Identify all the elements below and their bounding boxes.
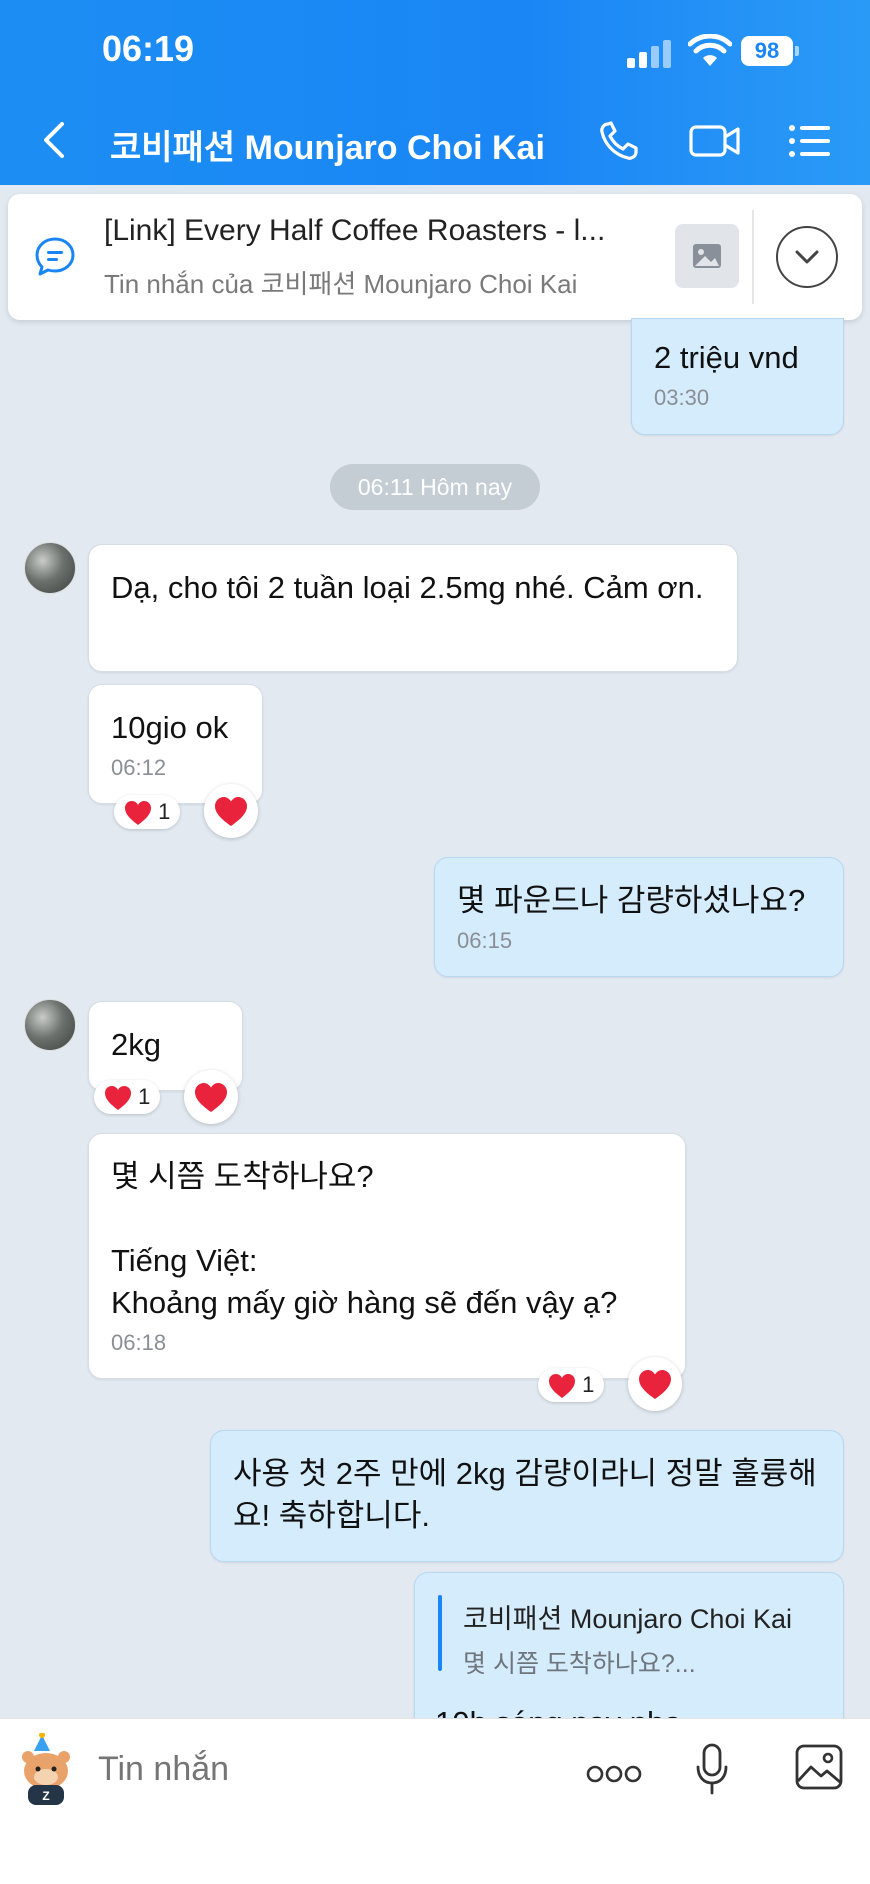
more-icon[interactable] [586,1763,642,1785]
reaction-count-value: 1 [158,799,171,824]
message-bubble-incoming[interactable]: 몇 시쯤 도착하나요? Tiếng Việt: Khoảng mấy giờ h… [88,1133,686,1379]
back-icon[interactable] [40,120,70,160]
app-header: 06:19 98 코비패션 Mounjaro Choi Kai [0,0,870,185]
message-text: 2 triệu vnd [654,340,799,375]
chevron-down-icon [795,250,819,264]
date-separator: 06:11 Hôm nay [330,464,540,510]
message-bubble-outgoing[interactable]: 사용 첫 2주 만에 2kg 감량이라니 정말 훌륭해요! 축하합니다. [210,1430,844,1562]
message-time: 03:30 [654,385,710,410]
message-text: 몇 파운드나 감량하셨나요? [457,883,806,918]
heart-icon [639,1370,671,1399]
quote-text: 몇 시쯤 도착하나요?... [463,1650,696,1678]
reaction-count[interactable]: 1 [538,1368,605,1402]
message-text: Dạ, cho tôi 2 tuần loại 2.5mg nhé. Cảm ơ… [111,570,704,605]
menu-icon[interactable] [786,118,834,164]
message-bubble-incoming[interactable]: Dạ, cho tôi 2 tuần loại 2.5mg nhé. Cảm ơ… [88,544,738,672]
phone-icon[interactable] [596,118,644,164]
avatar[interactable] [24,542,76,594]
message-time: 06:12 [111,755,167,780]
message-text: 10gio ok [111,710,229,745]
chat-title[interactable]: 코비패션 Mounjaro Choi Kai [110,120,545,169]
quote-author: 코비패션 Mounjaro Choi Kai [463,1604,792,1634]
heart-icon [549,1374,575,1399]
sticker-icon[interactable]: Z [14,1733,78,1807]
divider [752,210,754,304]
battery-icon: 98 [741,36,799,66]
react-heart-button[interactable] [184,1070,238,1124]
reaction-count-value: 1 [138,1084,151,1109]
pinned-subtitle: Tin nhắn của 코비패션 Mounjaro Choi Kai [104,269,578,299]
signal-icon [627,40,673,68]
reaction-count[interactable]: 1 [114,795,181,829]
reaction-count-value: 1 [582,1372,595,1397]
gallery-icon[interactable] [794,1743,844,1791]
battery-level: 98 [741,36,793,66]
message-bubble-outgoing[interactable]: 2 triệu vnd 03:30 [631,318,844,435]
heart-icon [105,1086,131,1111]
heart-icon [125,801,151,826]
message-time: 06:18 [111,1330,167,1355]
message-text: 2kg [111,1027,161,1062]
message-time: 06:15 [457,928,513,953]
message-text: 몇 시쯤 도착하나요? Tiếng Việt: Khoảng mấy giờ h… [111,1159,618,1320]
status-time: 06:19 [102,28,195,69]
react-heart-button[interactable] [628,1357,682,1411]
heart-icon [195,1083,227,1112]
pinned-message-banner[interactable]: [Link] Every Half Coffee Roasters - l...… [8,194,862,320]
expand-pinned-button[interactable] [776,226,838,288]
message-text: 사용 첫 2주 만에 2kg 감량이라니 정말 훌륭해요! 축하합니다. [233,1456,817,1533]
wifi-icon [688,34,732,66]
pinned-message-icon [35,237,75,276]
react-heart-button[interactable] [204,784,258,838]
svg-text:Z: Z [42,1789,49,1803]
image-thumbnail-icon [675,224,739,288]
reaction-count[interactable]: 1 [94,1080,161,1114]
avatar[interactable] [24,999,76,1051]
video-call-icon[interactable] [688,118,742,164]
message-input[interactable] [96,1749,440,1790]
message-bubble-outgoing[interactable]: 몇 파운드나 감량하셨나요? 06:15 [434,857,844,977]
message-composer: Z [0,1718,870,1884]
quote-bar [438,1595,442,1671]
heart-icon [215,797,247,826]
microphone-icon[interactable] [694,1743,730,1795]
pinned-title: [Link] Every Half Coffee Roasters - l... [104,214,606,247]
